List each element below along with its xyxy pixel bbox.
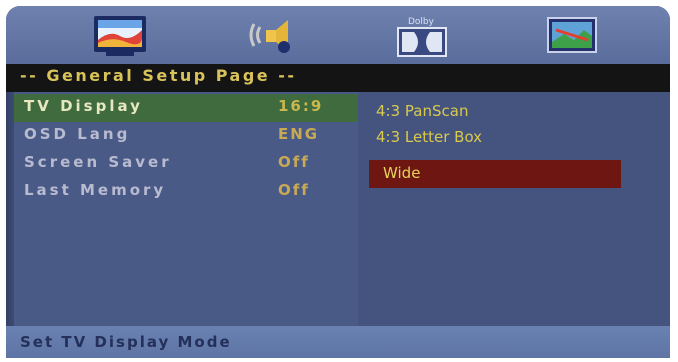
page-title-bar: -- General Setup Page -- bbox=[6, 64, 670, 92]
preference-icon[interactable] bbox=[544, 12, 600, 58]
menu-item-label: OSD Lang bbox=[24, 125, 131, 143]
option-wide-selected[interactable]: Wide bbox=[369, 160, 621, 188]
option-4-3-panscan[interactable]: 4:3 PanScan bbox=[376, 102, 468, 120]
dolby-digital-icon[interactable]: Dolby bbox=[394, 12, 450, 58]
menu-item-label: TV Display bbox=[24, 97, 143, 115]
menu-item-value: ENG bbox=[278, 125, 320, 143]
audio-setup-icon[interactable] bbox=[244, 12, 300, 58]
status-bar: Set TV Display Mode bbox=[6, 326, 670, 358]
menu-item-last-memory[interactable]: Last Memory Off bbox=[14, 178, 358, 206]
menu-item-value: Off bbox=[278, 153, 310, 171]
page-title: -- General Setup Page -- bbox=[20, 66, 297, 85]
menu-item-osd-lang[interactable]: OSD Lang ENG bbox=[14, 122, 358, 150]
osd-screen: Dolby -- General Setup Page -- TV Displa… bbox=[6, 6, 670, 358]
menu-item-screen-saver[interactable]: Screen Saver Off bbox=[14, 150, 358, 178]
menu-item-value: Off bbox=[278, 181, 310, 199]
option-label: Wide bbox=[383, 164, 421, 182]
menu-item-tv-display[interactable]: TV Display 16:9 bbox=[14, 94, 358, 122]
dolby-label: Dolby bbox=[408, 17, 435, 27]
option-4-3-letter-box[interactable]: 4:3 Letter Box bbox=[376, 128, 482, 146]
menu-item-label: Screen Saver bbox=[24, 153, 172, 171]
status-text: Set TV Display Mode bbox=[20, 333, 232, 351]
setup-icon-bar: Dolby bbox=[6, 6, 670, 64]
menu-item-value: 16:9 bbox=[278, 97, 324, 115]
general-setup-icon[interactable] bbox=[92, 12, 148, 58]
menu-item-label: Last Memory bbox=[24, 181, 167, 199]
